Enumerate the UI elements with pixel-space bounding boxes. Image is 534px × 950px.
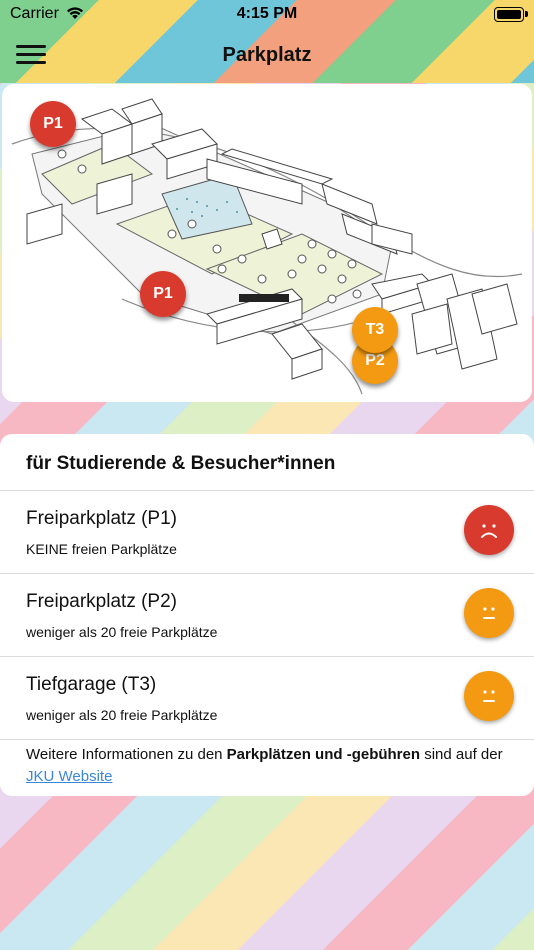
status-bar: Carrier 4:15 PM (0, 0, 534, 30)
status-time: 4:15 PM (236, 5, 298, 22)
neutral-face-icon (464, 588, 514, 638)
footer-info-text: Weitere Informationen zu den Parkplätzen… (26, 744, 520, 788)
parking-row-status: weniger als 20 freie Parkplätze (26, 707, 218, 723)
battery-icon (494, 7, 524, 22)
map-pin-p1-north[interactable]: P1 (30, 101, 76, 147)
neutral-face-icon (464, 671, 514, 721)
campus-map-illustration (11, 98, 523, 395)
page-title: Parkplatz (222, 44, 312, 66)
footer-text-after: sind auf der (420, 746, 503, 763)
parking-row-status: KEINE freien Parkplätze (26, 541, 177, 557)
map-pin-t3[interactable]: T3 (352, 307, 398, 353)
parking-row-title: Tiefgarage (T3) (26, 674, 157, 695)
battery-tip (525, 11, 528, 17)
parking-row-p1[interactable]: Freiparkplatz (P1) KEINE freien Parkplät… (0, 490, 534, 573)
campus-map-card: P1 P1 P2 T3 (2, 84, 532, 402)
jku-website-link[interactable]: JKU Website (26, 768, 112, 785)
parking-row-p2[interactable]: Freiparkplatz (P2) weniger als 20 freie … (0, 573, 534, 656)
parking-row-title: Freiparkplatz (P1) (26, 508, 177, 529)
sad-face-icon (464, 505, 514, 555)
parking-row-status: weniger als 20 freie Parkplätze (26, 624, 218, 640)
footer-text-bold: Parkplätzen und -gebühren (226, 746, 421, 763)
app-header: Carrier 4:15 PM Parkplatz (0, 0, 534, 83)
parking-row-t3[interactable]: Tiefgarage (T3) weniger als 20 freie Par… (0, 656, 534, 739)
parking-info-card: für Studierende & Besucher*innen Freipar… (0, 434, 534, 796)
map-pin-p1-south[interactable]: P1 (140, 271, 186, 317)
row-divider (0, 739, 534, 740)
parking-row-title: Freiparkplatz (P2) (26, 591, 177, 612)
section-title: für Studierende & Besucher*innen (26, 453, 336, 474)
footer-text-before: Weitere Informationen zu den (26, 746, 227, 763)
